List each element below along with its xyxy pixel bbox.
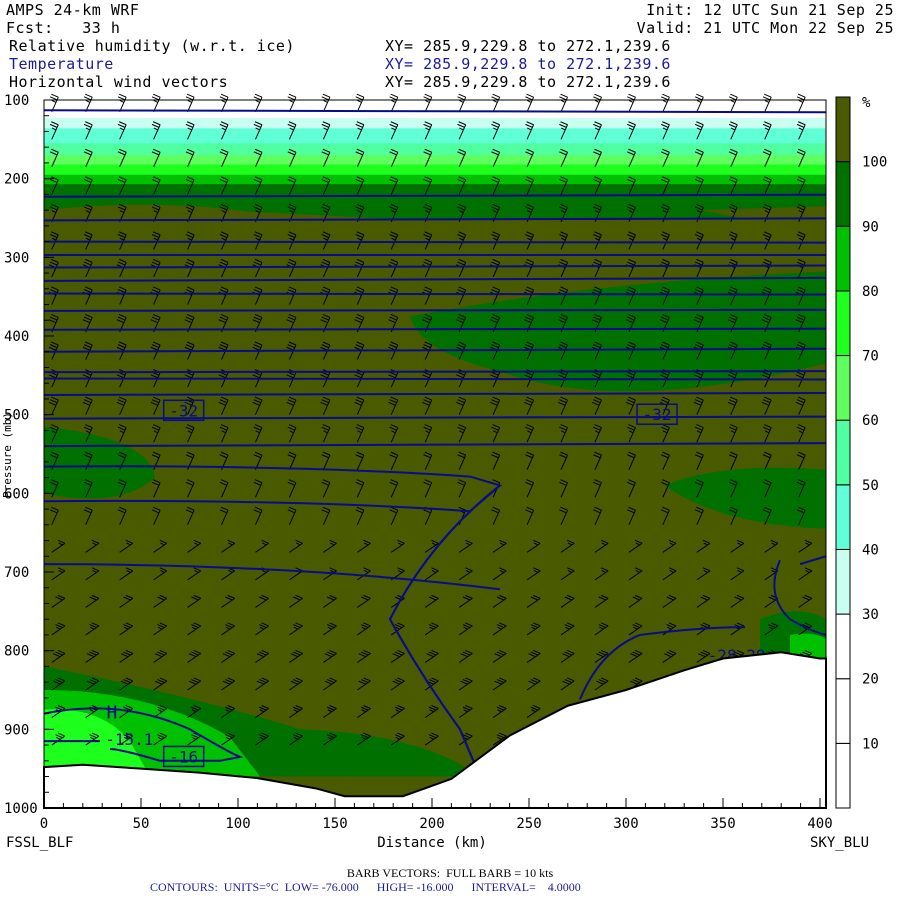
x-tick-label: 150 [322,816,347,832]
y-tick-label: 1000 [4,801,38,817]
contour-label: -32 [643,405,672,424]
colorbar-tick-label: 30 [862,607,879,623]
colorbar-segment [835,484,851,550]
y-axis-label: Pressure (mb) [1,412,14,498]
colorbar-tick-label: 60 [862,413,879,429]
isotherm [43,308,827,312]
x-tick-label: 200 [419,816,444,832]
colorbar-segment [835,161,851,227]
y-tick-label: 200 [4,172,29,188]
colorbar-tick-label: 40 [862,542,879,558]
colorbar-tick-label: 20 [862,672,879,688]
isotherm [43,327,827,331]
x-tick-label: 300 [613,816,638,832]
x-tick-label: 50 [133,816,150,832]
contour-legend: CONTOURS: UNITS=°C LOW= -76.000 HIGH= -1… [150,880,581,894]
rh-band [44,164,826,176]
colorbar-tick-label: 100 [862,155,887,171]
y-tick-label: 100 [4,93,29,109]
x-tick-label: 400 [807,816,832,832]
barb-legend: BARB VECTORS: FULL BARB = 10 kts [346,866,554,880]
colorbar-segment [835,290,851,357]
x-end-label-right: SKY_BLU [810,835,869,851]
colorbar-tick-label: 10 [862,736,879,752]
colorbar-tick-label: 80 [862,284,879,300]
contour-label: -15.1 [105,730,153,749]
x-tick-label: 250 [516,816,541,832]
colorbar-unit: % [862,95,871,111]
colorbar-tick-label: 70 [862,349,879,365]
isotherm [43,292,827,296]
y-tick-label: 300 [4,250,29,266]
contour-label: H [106,702,117,723]
y-tick-label: 900 [4,722,29,738]
rh-band [44,143,826,157]
colorbar-segment [835,225,851,292]
colorbar-tick-label: 50 [862,478,879,494]
y-tick-label: 700 [4,565,29,581]
rh-band [44,128,826,145]
colorbar-segment [835,613,851,680]
isotherm [43,240,827,244]
colorbar-segment [835,419,851,486]
contour-label: -16 [169,747,198,766]
contour-label: -32 [169,401,198,420]
isotherm [43,377,827,381]
colorbar-segment [835,96,851,163]
colorbar-segment [835,355,851,421]
x-axis-label: Distance (km) [377,835,487,851]
rh-band [44,118,826,130]
cross-section-chart: -32 -32H-15.1-16-28.291002003004005006007… [1,93,887,851]
colorbar-segment [835,548,851,615]
rh-band [44,155,826,166]
colorbar-tick-label: 90 [862,219,879,235]
colorbar-segment [835,678,851,744]
colorbar-segment [835,742,851,809]
y-tick-label: 800 [4,644,29,660]
rh-band [44,174,826,186]
x-tick-label: 100 [225,816,250,832]
isotherm [43,370,827,374]
y-tick-label: 400 [4,329,29,345]
x-tick-label: 0 [40,816,48,832]
x-tick-label: 350 [710,816,735,832]
x-end-label-left: FSSL_BLF [6,835,73,851]
